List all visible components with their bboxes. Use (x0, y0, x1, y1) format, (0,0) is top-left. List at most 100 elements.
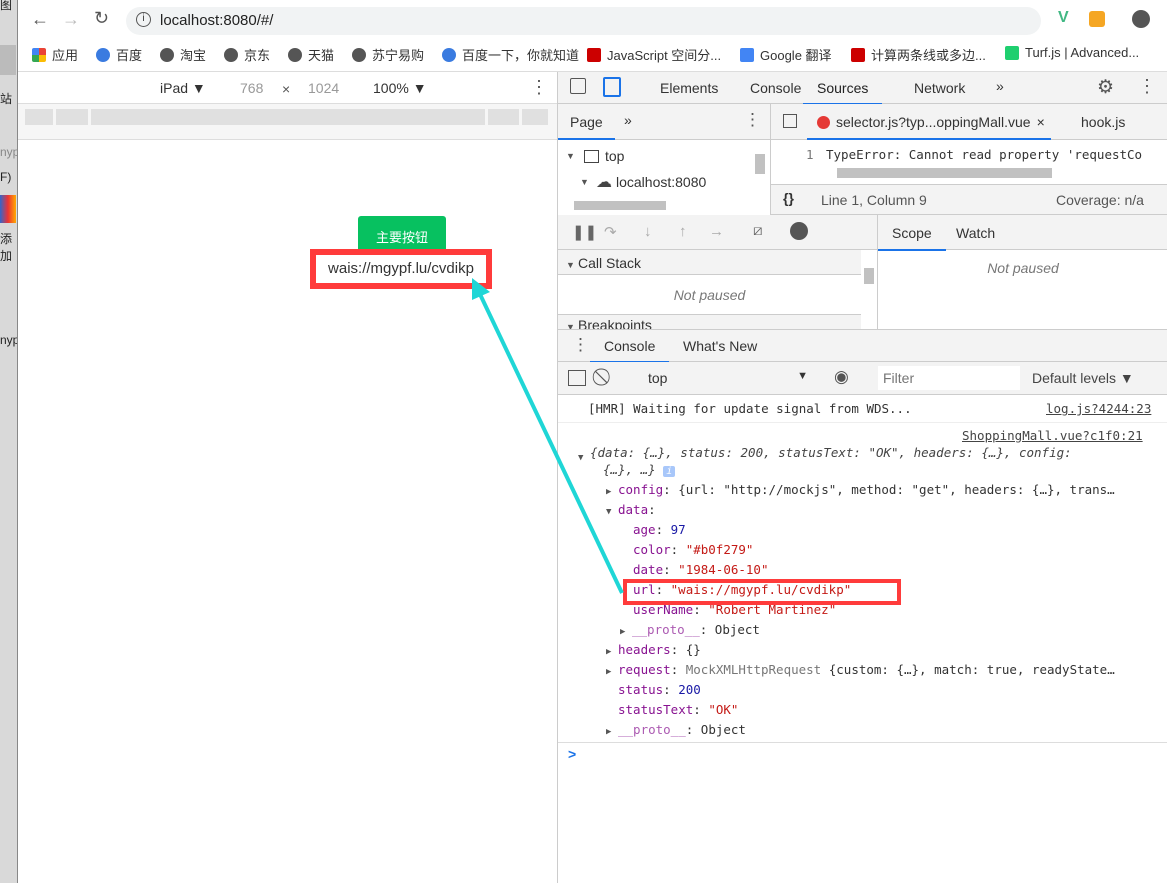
device-width[interactable]: 768 (240, 80, 263, 96)
drawer-menu-icon[interactable]: ⋮ (572, 335, 589, 355)
zoom-select[interactable]: 100% ▼ (373, 80, 427, 96)
device-toggle-icon[interactable] (603, 77, 621, 97)
log-levels-select[interactable]: Default levels ▼ (1032, 370, 1134, 386)
error-icon (817, 116, 830, 129)
file-tree: ▼ top ▼ ☁ localhost:8080 (558, 140, 771, 215)
url-text[interactable]: localhost:8080/#/ (160, 12, 273, 29)
show-sidebar-icon[interactable] (568, 370, 586, 386)
close-tab-icon[interactable]: × (1037, 114, 1045, 138)
bookmark-label: 百度一下，你就知道 (462, 48, 580, 63)
request-row[interactable]: ▶ request: MockXMLHttpRequest {custom: {…… (606, 662, 1115, 677)
devtools-panel: Elements Console Sources Network » ⚙ ⋮ P… (557, 72, 1167, 883)
cursor-position: Line 1, Column 9 (821, 192, 927, 208)
horizontal-scrollbar[interactable] (574, 201, 666, 210)
tab-scope[interactable]: Scope (878, 225, 946, 251)
tab-elements[interactable]: Elements (660, 80, 718, 96)
bookmark-jd[interactable]: 京东 (224, 45, 270, 64)
tab-page[interactable]: Page (558, 114, 615, 140)
sidebar-scrollbar[interactable] (861, 250, 878, 329)
bookmark-label: 百度 (116, 48, 143, 63)
call-stack-header[interactable]: ▼ Call Stack (558, 250, 861, 275)
proto-row[interactable]: ▶ __proto__: Object (606, 722, 746, 737)
bookmark-label: 应用 (52, 48, 79, 63)
file-tab-selector[interactable]: selector.js?typ...oppingMall.vue × (807, 104, 1051, 140)
console-prompt[interactable]: > (568, 746, 576, 762)
more-tabs-button[interactable]: » (996, 78, 1004, 94)
bookmark-csdn-1[interactable]: JavaScript 空间分... (587, 45, 721, 64)
horizontal-scrollbar[interactable] (837, 168, 1052, 178)
bookmark-csdn-2[interactable]: 计算两条线或多边... (851, 45, 986, 64)
device-height[interactable]: 1024 (308, 80, 339, 96)
bookmark-turf[interactable]: Turf.js | Advanced... (1005, 45, 1139, 60)
tab-network[interactable]: Network (914, 80, 965, 96)
tab-sources[interactable]: Sources (803, 80, 883, 105)
code-editor[interactable]: 1 TypeError: Cannot read property 'reque… (771, 140, 1167, 185)
breakpoints-header[interactable]: ▼ Breakpoints (558, 315, 861, 329)
bookmark-suning[interactable]: 苏宁易购 (352, 45, 424, 64)
pause-on-exceptions-icon[interactable] (790, 222, 808, 240)
forward-icon[interactable]: → (62, 9, 80, 30)
field-color: color: "#b0f279" (633, 542, 754, 557)
bookmark-apps[interactable]: 应用 (32, 45, 78, 64)
profile-avatar-icon[interactable] (1132, 10, 1150, 28)
context-select[interactable]: top ▼ (648, 370, 808, 386)
extension-icon[interactable] (1089, 11, 1105, 27)
bookmark-taobao[interactable]: 淘宝 (160, 45, 206, 64)
cloud-icon: ☁ (596, 174, 612, 191)
inspect-element-icon[interactable] (570, 78, 586, 94)
vertical-scrollbar[interactable] (755, 154, 765, 174)
drawer-tab-whats-new[interactable]: What's New (683, 338, 757, 354)
turf-icon (1005, 45, 1019, 60)
device-select[interactable]: iPad ▼ (160, 80, 206, 96)
media-query-bar[interactable] (18, 104, 557, 140)
tab-watch[interactable]: Watch (956, 225, 995, 241)
more-options-icon[interactable]: ⋮ (530, 77, 548, 98)
vue-devtools-icon[interactable]: V (1058, 9, 1069, 27)
info-icon[interactable]: i (136, 12, 151, 27)
filter-input[interactable] (878, 366, 1020, 390)
reload-icon[interactable]: ↻ (94, 8, 109, 29)
google-translate-icon (740, 47, 754, 62)
more-options-icon[interactable]: ⋮ (744, 110, 761, 130)
back-icon[interactable]: ← (31, 9, 49, 30)
toggle-navigator-icon[interactable] (783, 114, 797, 128)
file-tab-hook[interactable]: hook.js (1081, 114, 1125, 130)
bookmark-label: Turf.js | Advanced... (1025, 45, 1140, 60)
more-options-icon[interactable]: ⋮ (1138, 76, 1156, 97)
bookmark-baidu-search[interactable]: 百度一下，你就知道 (442, 45, 579, 64)
source-link[interactable]: log.js?4244:23 (1046, 401, 1151, 416)
settings-gear-icon[interactable]: ⚙ (1097, 76, 1114, 99)
config-row[interactable]: ▶ config: {url: "http://mockjs", method: … (606, 482, 1115, 497)
headers-row[interactable]: ▶ headers: {} (606, 642, 701, 657)
code-line: TypeError: Cannot read property 'request… (826, 147, 1143, 162)
bookmark-label: 淘宝 (180, 48, 207, 63)
drawer-tab-console[interactable]: Console (590, 338, 670, 363)
key: data (618, 502, 649, 517)
deactivate-breakpoints-icon[interactable]: ⧄ (753, 222, 763, 239)
object-summary[interactable]: ▼ {data: {…}, status: 200, statusText: "O… (578, 445, 1072, 463)
step-out-icon[interactable]: ↑ (679, 223, 687, 240)
step-into-icon[interactable]: ↓ (644, 223, 652, 240)
bookmark-baidu[interactable]: 百度 (96, 45, 142, 64)
step-over-icon[interactable]: ↷ (604, 223, 617, 241)
menu-icon[interactable]: ⋮ (1161, 8, 1167, 28)
more-nav-tabs[interactable]: » (624, 112, 632, 128)
eye-icon[interactable]: ◉ (834, 367, 849, 387)
source-link[interactable]: ShoppingMall.vue?c1f0:21 (962, 428, 1143, 443)
data-row[interactable]: ▼ data: (606, 502, 656, 517)
address-bar[interactable]: i localhost:8080/#/ (126, 7, 1041, 35)
hmr-message: [HMR] Waiting for update signal from WDS… (588, 401, 912, 416)
tab-console[interactable]: Console (750, 80, 801, 96)
value: {url: "http://mockjs", method: "get", he… (678, 482, 1115, 497)
bookmark-google-translate[interactable]: Google 翻译 (740, 45, 832, 64)
bookmarks-bar: 应用 百度 淘宝 京东 天猫 苏宁易购 百度一下，你就知道 JavaScript… (18, 36, 1167, 72)
scope-watch-tabs: Scope Watch (878, 215, 1167, 251)
pretty-print-icon[interactable]: {} (783, 190, 794, 206)
tree-item-top[interactable]: ▼ top (566, 148, 624, 164)
bookmark-tmall[interactable]: 天猫 (288, 45, 334, 64)
step-icon[interactable]: → (709, 223, 724, 240)
data-proto-row[interactable]: ▶ __proto__: Object (620, 622, 760, 637)
pause-icon[interactable]: ❚❚ (572, 223, 597, 241)
baidu-paw-icon (96, 47, 110, 62)
tree-item-localhost[interactable]: ▼ ☁ localhost:8080 (580, 172, 706, 192)
